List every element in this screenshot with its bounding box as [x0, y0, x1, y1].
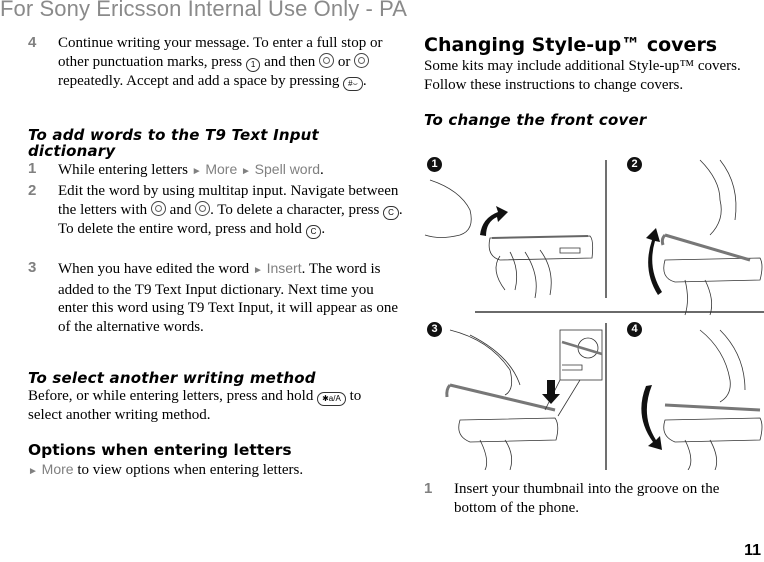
step-text: While entering letters ► More ► Spell wo… [58, 161, 324, 178]
step-badge-3: 3 [427, 322, 442, 337]
style-up-intro: Some kits may include additional Style-u… [424, 58, 741, 93]
arrow-icon: ► [28, 466, 38, 477]
watermark: For Sony Ericsson Internal Use Only - PA [0, 0, 408, 21]
step-badge-4: 4 [627, 322, 642, 337]
step-text: Continue writing your message. To enter … [58, 35, 383, 91]
step-number: 3 [28, 259, 37, 276]
nav-left-icon [150, 200, 166, 216]
nav-down-icon [354, 52, 370, 68]
menu-insert: Insert [266, 260, 302, 276]
nav-up-icon [319, 52, 335, 68]
method-heading: To select another writing method [28, 369, 316, 387]
menu-spell-word: Spell word [254, 161, 321, 177]
key-c-icon: C [305, 224, 322, 239]
arrow-icon: ► [191, 166, 202, 177]
step-badge-1: 1 [427, 157, 442, 172]
nav-right-icon [195, 200, 211, 216]
step-number: 4 [28, 34, 37, 51]
step-text: When you have edited the word ► Insert. … [58, 260, 398, 335]
key-hash-icon: #⌣ [343, 76, 363, 91]
cover-change-figure: 1 2 3 4 [420, 140, 764, 471]
step-number: 1 [424, 480, 433, 497]
menu-more: More [205, 161, 238, 177]
page-number: 11 [744, 542, 761, 559]
method-text: Before, or while entering letters, press… [28, 388, 362, 423]
step-number: 1 [28, 160, 37, 177]
step-text: Edit the word by using multitap input. N… [58, 183, 403, 239]
key-star-icon: ✱a/A [317, 392, 346, 406]
arrow-icon: ► [241, 166, 251, 177]
style-up-heading: Changing Style-up™ covers [424, 34, 718, 56]
step-badge-2: 2 [627, 157, 642, 172]
key-c-icon: C [383, 205, 399, 220]
menu-more: More [41, 461, 74, 477]
step-text: Insert your thumbnail into the groove on… [454, 481, 720, 516]
options-heading: Options when entering letters [28, 441, 292, 459]
t9-heading: To add words to the T9 Text Input dictio… [28, 126, 319, 160]
arrow-icon: ► [252, 265, 263, 276]
front-cover-subheading: To change the front cover [424, 111, 647, 129]
key-1-icon: 1 [245, 57, 261, 72]
cover-illustration [424, 159, 764, 471]
options-text: ► More to view options when entering let… [28, 461, 304, 478]
step-number: 2 [28, 182, 37, 199]
